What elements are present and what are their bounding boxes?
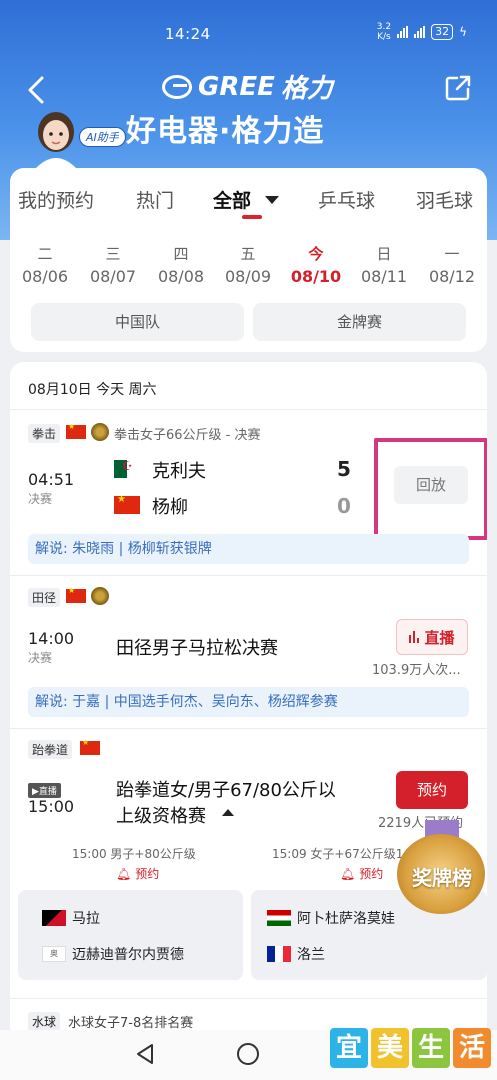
live-bars-icon xyxy=(409,631,420,643)
live-button[interactable]: 直播 xyxy=(396,619,468,655)
score: 0 xyxy=(337,494,351,518)
battery-icon: 32 xyxy=(431,24,454,40)
event-title: 跆拳道女/男子67/80公斤以 xyxy=(116,780,336,801)
player-name: 杨柳 xyxy=(152,497,188,518)
event-time: 15:00 xyxy=(28,797,75,816)
status-icons: 3.2 K/s 32 ϟ xyxy=(377,22,467,42)
tajikistan-flag-icon xyxy=(267,910,291,926)
slogan: 好电器·格力造 xyxy=(126,114,325,149)
date-item[interactable]: 五 08/09 xyxy=(221,244,275,290)
watermark-logo: 宜 美 生 活 xyxy=(330,1028,491,1068)
bell-icon: 🔔︎ xyxy=(116,866,132,881)
sub-player-row: 洛兰 xyxy=(267,944,325,964)
china-flag-icon xyxy=(114,494,140,514)
date-heading: 08月10日 今天 周六 xyxy=(28,382,157,398)
event-stage: 决赛 xyxy=(28,651,53,665)
commentary-bar[interactable]: 解说: 于嘉 | 中国选手何杰、吴向东、杨绍辉参赛 xyxy=(28,687,469,717)
event-stage: 决赛 xyxy=(28,492,53,506)
tab-table-tennis[interactable]: 乒乓球 xyxy=(318,186,375,213)
score: 5 xyxy=(337,457,351,481)
sub-player-row: 奥 迈赫迪普尔内贾德 xyxy=(42,944,184,964)
ai-assistant-avatar[interactable] xyxy=(30,108,82,168)
filter-gold-medal-button[interactable]: 金牌赛 xyxy=(253,303,466,341)
china-flag-icon xyxy=(66,586,86,603)
date-item[interactable]: 二 08/06 xyxy=(18,244,72,290)
date-item[interactable]: 日 08/11 xyxy=(357,244,411,290)
event-time: 04:51 xyxy=(28,470,75,489)
event-name: 拳击女子66公斤级 - 决赛 xyxy=(114,428,261,443)
event-title: 田径男子马拉松决赛 xyxy=(116,638,278,659)
sub-player-row: 马拉 xyxy=(42,908,100,928)
tab-badminton[interactable]: 羽毛球 xyxy=(416,186,473,213)
signal-icon xyxy=(414,26,426,38)
event-time: 14:00 xyxy=(28,629,75,648)
tab-all[interactable]: 全部 xyxy=(213,186,251,213)
medal-table-button[interactable]: 奖牌榜 xyxy=(393,820,489,916)
viewer-count: 103.9万人次... xyxy=(372,663,461,678)
book-button[interactable]: 预约 xyxy=(396,771,468,809)
nav-back-icon[interactable] xyxy=(134,1043,156,1065)
ai-assistant-badge[interactable]: AI助手 xyxy=(79,127,126,147)
date-item-today[interactable]: 今 08/10 xyxy=(289,244,343,290)
divider xyxy=(10,575,487,576)
sub-match-card[interactable]: 马拉 奥 迈赫迪普尔内贾德 xyxy=(18,890,243,980)
share-icon[interactable] xyxy=(443,73,473,103)
sport-tag: 拳击 xyxy=(28,424,61,443)
olympic-refugee-flag-icon: 奥 xyxy=(42,946,66,962)
filter-card: 我的预约 热门 全部 乒乓球 羽毛球 二 08/06 三 08/07 四 08/… xyxy=(10,168,487,352)
medal-icon xyxy=(91,587,109,605)
filter-china-team-button[interactable]: 中国队 xyxy=(31,303,244,341)
active-tab-indicator xyxy=(242,215,262,219)
sub-event-name: 15:00 男子+80公斤级 xyxy=(72,847,196,861)
france-flag-icon xyxy=(267,946,291,962)
nav-home-icon[interactable] xyxy=(237,1043,259,1065)
highlight-annotation-box xyxy=(374,438,487,540)
medal-icon xyxy=(91,423,109,441)
sport-tag: 水球 xyxy=(28,1012,61,1031)
net-speed: 3.2 K/s xyxy=(376,22,392,42)
china-flag-icon xyxy=(66,422,86,439)
divider xyxy=(10,728,487,729)
schedule-list: 08月10日 今天 周六 拳击 拳击女子66公斤级 - 决赛 04:51 决赛 … xyxy=(10,362,487,1062)
sub-book-button[interactable]: 🔔︎ 预约 xyxy=(340,865,383,882)
player-name: 克利夫 xyxy=(152,461,206,482)
algeria-flag-icon xyxy=(114,459,140,478)
status-bar: 14:24 3.2 K/s 32 ϟ xyxy=(0,0,497,62)
commentary-bar[interactable]: 解说: 朱晓雨 | 杨柳斩获银牌 xyxy=(28,534,469,564)
png-flag-icon xyxy=(42,910,66,926)
sub-player-row: 阿卜杜萨洛莫娃 xyxy=(267,908,395,928)
date-item[interactable]: 四 08/08 xyxy=(154,244,208,290)
gree-logo: GREE 格力 xyxy=(162,68,333,105)
live-badge: ▶直播 xyxy=(28,783,61,798)
date-item[interactable]: 三 08/07 xyxy=(86,244,140,290)
collapse-icon[interactable] xyxy=(222,809,234,816)
tab-bar: 我的预约 热门 全部 乒乓球 羽毛球 xyxy=(10,168,487,228)
sport-tag: 田径 xyxy=(28,588,61,607)
chevron-down-icon[interactable] xyxy=(265,196,279,204)
tab-hot[interactable]: 热门 xyxy=(136,186,174,213)
event-name: 水球女子7-8名排名赛 xyxy=(68,1016,194,1031)
divider xyxy=(10,409,487,410)
date-item[interactable]: 一 08/12 xyxy=(425,244,479,290)
signal-icon xyxy=(397,26,409,38)
bell-icon: 🔔︎ xyxy=(340,866,356,881)
divider xyxy=(10,998,487,999)
event-title-line2: 上级资格赛 xyxy=(116,806,206,827)
charging-icon: ϟ xyxy=(459,25,467,39)
sport-tag: 跆拳道 xyxy=(28,740,73,759)
china-flag-icon xyxy=(80,738,100,755)
tab-my-bookings[interactable]: 我的预约 xyxy=(18,186,94,213)
back-icon[interactable] xyxy=(22,72,52,108)
logo-mark-icon xyxy=(162,74,192,99)
status-time: 14:24 xyxy=(165,25,211,43)
sub-book-button[interactable]: 🔔︎ 预约 xyxy=(116,865,159,882)
